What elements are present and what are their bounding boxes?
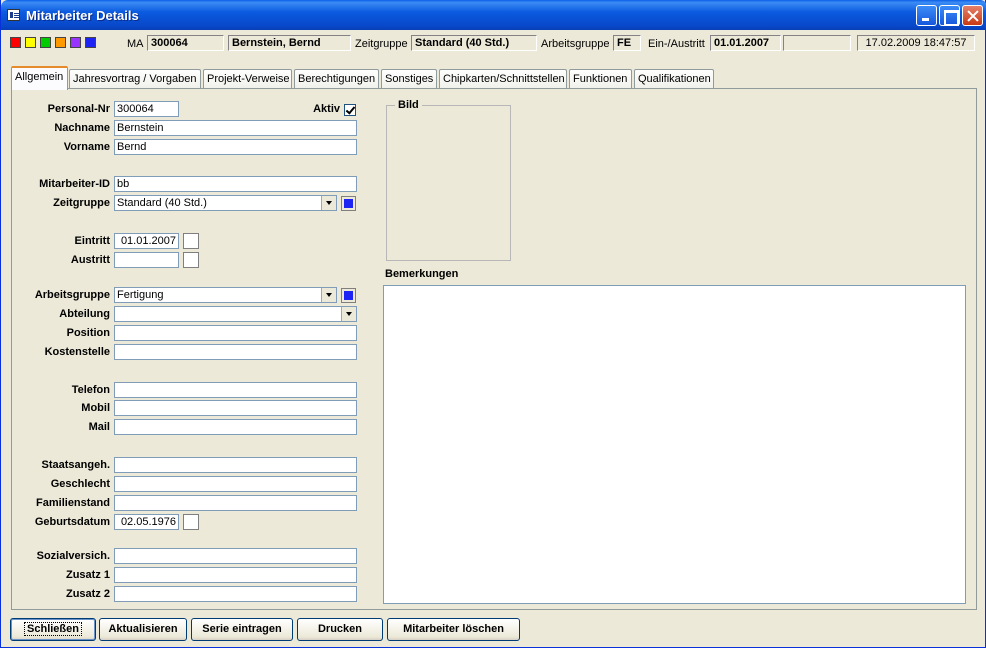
maximize-button[interactable] [939,5,960,26]
austritt-label: Austritt [70,254,110,266]
zeitgruppe-info-label: Zeitgruppe [355,38,408,50]
personal-nr-label: Personal-Nr [47,103,110,115]
tab-jahresvortrag[interactable]: Jahresvortrag / Vorgaben [69,69,201,89]
vorname-label: Vorname [63,141,110,153]
arbeitsgruppe-info-value: FE [613,35,641,51]
zeitgruppe-label: Zeitgruppe [53,197,110,209]
timestamp: 17.02.2009 18:47:57 [857,35,975,51]
tab-qualifikationen[interactable]: Qualifikationen [634,69,714,89]
kostenstelle-input[interactable] [114,344,357,360]
geschlecht-input[interactable] [114,476,357,492]
info-bar: MA 300064 Bernstein, Bernd Zeitgruppe St… [5,31,981,57]
zeitgruppe-color-button[interactable] [341,196,356,211]
eintritt-calendar-button[interactable] [183,233,199,249]
mobil-input[interactable] [114,400,357,416]
mitarbeiter-id-label: Mitarbeiter-ID [39,178,110,190]
position-input[interactable] [114,325,357,341]
aktiv-label: Aktiv [313,103,340,115]
zeitgruppe-dropdown-arrow-icon[interactable] [321,196,336,210]
geburtsdatum-calendar-button[interactable] [183,514,199,530]
arbeitsgruppe-label: Arbeitsgruppe [34,289,110,301]
austritt-calendar-button[interactable] [183,252,199,268]
zusatz2-input[interactable] [114,586,357,602]
color-swatch-purple[interactable] [70,37,81,48]
drucken-button[interactable]: Drucken [297,618,383,641]
zusatz2-label: Zusatz 2 [65,588,110,600]
austritt-input[interactable] [114,252,179,268]
mobil-label: Mobil [81,402,110,414]
telefon-input[interactable] [114,382,357,398]
bild-label: Bild [395,99,422,111]
vorname-input[interactable]: Bernd [114,139,357,155]
arbeitsgruppe-combo[interactable]: Fertigung [114,287,337,303]
arbeitsgruppe-info-label: Arbeitsgruppe [541,38,610,50]
zusatz1-input[interactable] [114,567,357,583]
austritt-info-value [783,35,851,51]
geburtsdatum-input[interactable]: 02.05.1976 [114,514,179,530]
tab-berechtigungen[interactable]: Berechtigungen [294,69,379,89]
minimize-button[interactable] [916,5,937,26]
staatsangeh-input[interactable] [114,457,357,473]
zeitgruppe-combo-value: Standard (40 Std.) [117,197,207,209]
mitarbeiter-loeschen-button[interactable]: Mitarbeiter löschen [387,618,520,641]
zeitgruppe-info-value: Standard (40 Std.) [411,35,537,51]
personal-nr-input[interactable]: 300064 [114,101,179,117]
form-icon [7,9,20,21]
geschlecht-label: Geschlecht [50,478,110,490]
tab-funktionen[interactable]: Funktionen [569,69,632,89]
kostenstelle-label: Kostenstelle [44,346,110,358]
window-title: Mitarbeiter Details [26,8,139,23]
color-swatch-green[interactable] [40,37,51,48]
arbeitsgruppe-color-button[interactable] [341,288,356,303]
tab-projekt-verweise[interactable]: Projekt-Verweise [203,69,292,89]
schliessen-button-label: Schließen [24,622,82,636]
mail-input[interactable] [114,419,357,435]
employee-details-window: Mitarbeiter Details MA 300064 Bernstein,… [0,0,986,648]
abteilung-combo[interactable] [114,306,357,322]
mail-label: Mail [88,421,110,433]
aktualisieren-button[interactable]: Aktualisieren [99,618,187,641]
eintritt-info-value: 01.01.2007 [710,35,781,51]
zeitgruppe-combo[interactable]: Standard (40 Std.) [114,195,337,211]
einaustritt-info-label: Ein-/Austritt [648,38,705,50]
bild-frame [386,105,511,261]
abteilung-label: Abteilung [59,308,110,320]
tab-allgemein[interactable]: Allgemein [11,66,68,90]
staatsangeh-label: Staatsangeh. [41,459,110,471]
familienstand-label: Familienstand [36,497,110,509]
eintritt-input[interactable]: 01.01.2007 [114,233,179,249]
color-swatch-blue[interactable] [85,37,96,48]
position-label: Position [66,327,110,339]
arbeitsgruppe-dropdown-arrow-icon[interactable] [321,288,336,302]
arbeitsgruppe-combo-value: Fertigung [117,289,164,301]
nachname-input[interactable]: Bernstein [114,120,357,136]
color-swatch-red[interactable] [10,37,21,48]
nachname-label: Nachname [54,122,110,134]
aktiv-checkbox[interactable] [344,104,356,116]
geburtsdatum-label: Geburtsdatum [34,516,110,528]
bemerkungen-textarea[interactable] [383,285,966,604]
tab-chipkarten[interactable]: Chipkarten/Schnittstellen [439,69,567,89]
zusatz1-label: Zusatz 1 [65,569,110,581]
close-window-button[interactable] [962,5,983,26]
color-swatch-orange[interactable] [55,37,66,48]
title-bar[interactable]: Mitarbeiter Details [1,0,986,30]
sozialversich-input[interactable] [114,548,357,564]
abteilung-dropdown-arrow-icon[interactable] [341,307,356,321]
eintritt-label: Eintritt [74,235,110,247]
schliessen-button[interactable]: Schließen [10,618,96,641]
ma-label: MA [127,38,144,50]
employee-name-value: Bernstein, Bernd [228,35,351,51]
telefon-label: Telefon [71,384,110,396]
serie-eintragen-button[interactable]: Serie eintragen [191,618,293,641]
tab-sonstiges[interactable]: Sonstiges [381,69,437,89]
familienstand-input[interactable] [114,495,357,511]
bemerkungen-label: Bemerkungen [385,268,459,280]
color-swatch-yellow[interactable] [25,37,36,48]
sozialversich-label: Sozialversich. [36,550,110,562]
mitarbeiter-id-input[interactable]: bb [114,176,357,192]
ma-value: 300064 [147,35,224,51]
